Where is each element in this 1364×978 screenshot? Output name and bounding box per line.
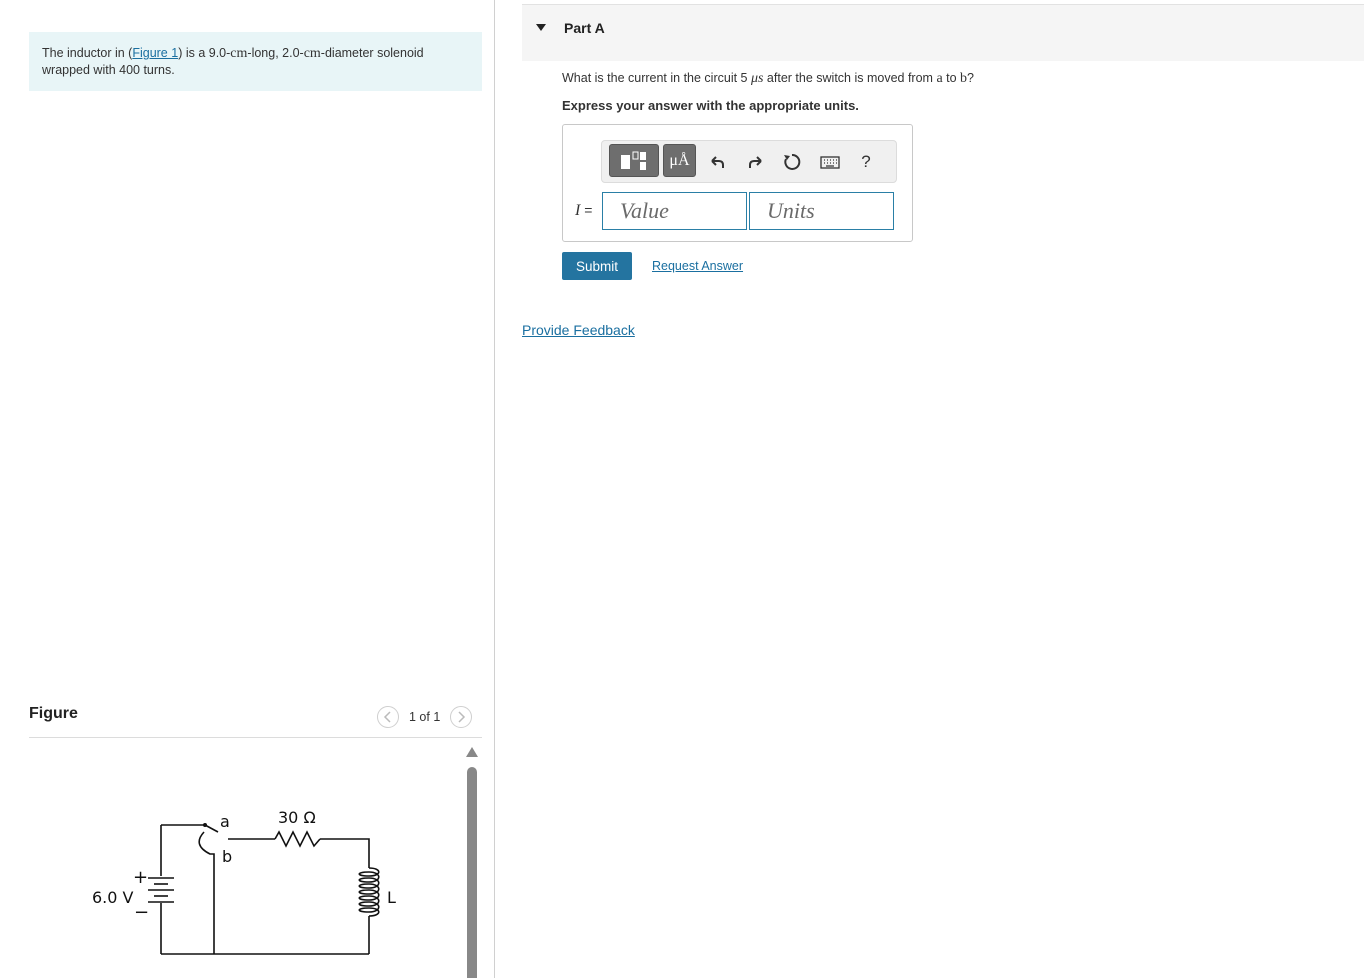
figure-page-indicator: 1 of 1 xyxy=(409,710,441,724)
undo-icon[interactable] xyxy=(704,149,730,175)
question-part: to xyxy=(942,71,961,85)
keyboard-icon[interactable] xyxy=(817,149,843,175)
equals-sign: = xyxy=(584,202,593,218)
caret-down-icon[interactable] xyxy=(536,24,546,31)
battery-label: 6.0 V xyxy=(92,888,134,907)
problem-text-2: ) is a 9.0- xyxy=(178,46,231,60)
redo-icon[interactable] xyxy=(743,149,769,175)
circuit-diagram: 6.0 V + − 30 Ω a b L xyxy=(92,808,396,955)
chevron-right-icon xyxy=(458,711,466,723)
figure-link[interactable]: Figure 1 xyxy=(132,46,178,60)
units-button[interactable]: μÅ xyxy=(663,144,696,177)
figure-title: Figure xyxy=(29,705,78,722)
switch-b-label: b xyxy=(222,847,232,866)
reset-icon[interactable] xyxy=(779,149,805,175)
variable-symbol: I xyxy=(575,202,581,219)
figure-nav: 1 of 1 xyxy=(377,705,473,729)
battery-plus: + xyxy=(133,867,148,888)
switch-a-label: a xyxy=(220,812,230,831)
chevron-left-icon xyxy=(383,711,391,723)
templates-icon xyxy=(621,151,646,170)
provide-feedback-link[interactable]: Provide Feedback xyxy=(522,322,635,338)
point-b: b xyxy=(960,71,968,86)
unit-cm: cm xyxy=(303,46,321,61)
question-part: What is the current in the circuit 5 xyxy=(562,71,751,85)
question-text: What is the current in the circuit 5 μs … xyxy=(562,71,974,87)
help-icon[interactable]: ? xyxy=(853,149,879,175)
templates-button[interactable] xyxy=(609,144,659,177)
battery-minus: − xyxy=(134,902,149,923)
units-input[interactable]: Units xyxy=(749,192,894,230)
question-part: after the switch is moved from xyxy=(763,71,937,85)
math-toolbar: μÅ ? xyxy=(601,140,897,183)
unit-cm: cm xyxy=(230,46,248,61)
resistor-label: 30 Ω xyxy=(278,808,316,827)
inductor-label: L xyxy=(387,888,396,907)
problem-text-3: -long, 2.0- xyxy=(247,46,304,60)
request-answer-link[interactable]: Request Answer xyxy=(652,259,743,273)
microsecond-unit: μs xyxy=(750,71,764,86)
question-part: ? xyxy=(967,71,974,85)
scroll-up-arrow[interactable] xyxy=(466,747,478,757)
part-title: Part A xyxy=(564,20,605,36)
part-a-header[interactable]: Part A xyxy=(522,4,1364,61)
answer-box: μÅ ? I = Value Units xyxy=(562,124,913,242)
value-input[interactable]: Value xyxy=(602,192,747,230)
scrollbar-thumb[interactable] xyxy=(467,767,477,978)
prev-figure-button[interactable] xyxy=(377,706,399,728)
next-figure-button[interactable] xyxy=(450,706,473,728)
problem-text-1: The inductor in ( xyxy=(42,46,133,60)
problem-statement: The inductor in (Figure 1) is a 9.0-cm-l… xyxy=(29,32,482,91)
variable-label: I = xyxy=(575,202,592,220)
figure-divider xyxy=(29,737,482,738)
submit-button[interactable]: Submit xyxy=(562,252,632,280)
left-panel: The inductor in (Figure 1) is a 9.0-cm-l… xyxy=(0,0,494,978)
answer-instruction: Express your answer with the appropriate… xyxy=(562,98,859,113)
panel-divider xyxy=(494,0,495,978)
